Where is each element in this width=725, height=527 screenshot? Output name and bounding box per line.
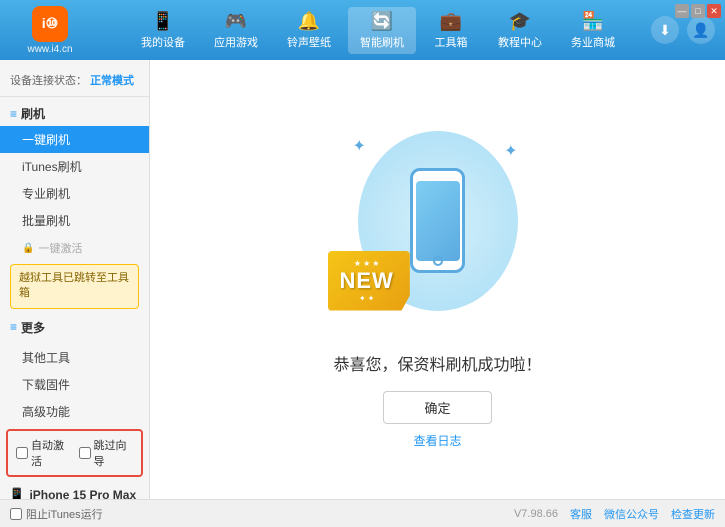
logo-text: www.i4.cn: [27, 44, 72, 55]
flash-group: ≡ 刷机 一键刷机 iTunes刷机 专业刷机 批量刷机: [0, 101, 149, 234]
download-button[interactable]: ⬇: [651, 16, 679, 44]
sidebar-item-other-tools[interactable]: 其他工具: [0, 344, 149, 371]
sidebar-item-itunes-flash[interactable]: iTunes刷机: [0, 153, 149, 180]
close-button[interactable]: ✕: [707, 4, 721, 18]
nav-item-tutorials[interactable]: 🎓 教程中心: [486, 7, 554, 54]
nav-item-business[interactable]: 🏪 务业商城: [559, 7, 627, 54]
phone-body: [410, 168, 465, 273]
success-message: 恭喜您，保资料刷机成功啦！: [333, 351, 541, 375]
status-mode: 正常模式: [90, 75, 134, 87]
nav-label-toolbox: 工具箱: [435, 34, 468, 50]
auto-activate-checkbox[interactable]: [16, 447, 28, 459]
new-stars-bottom: ✦ ✦: [340, 294, 394, 303]
apps-icon: 🎮: [225, 11, 247, 32]
star-b2: ✦: [368, 294, 375, 303]
sparkle-left: ✦: [353, 136, 366, 156]
sidebar-item-advanced[interactable]: 高级功能: [0, 398, 149, 425]
main-wrapper: 设备连接状态： 正常模式 ≡ 刷机 一键刷机 iTunes刷机 专业刷机 批量刷…: [0, 60, 725, 499]
lock-icon: 🔒: [22, 243, 34, 254]
check-update-link[interactable]: 检查更新: [671, 506, 715, 522]
nav-item-toolbox[interactable]: 💼 工具箱: [421, 7, 481, 54]
content-area: ✦ ✦ ★ ★ ★ NEW ✦ ✦ 恭喜您，保资料刷机成功啦！ 确定 查看日志: [150, 60, 725, 499]
star-2: ★: [363, 259, 370, 268]
device-name: iPhone 15 Pro Max: [29, 488, 136, 499]
star-1: ★: [354, 259, 361, 268]
version-label: V7.98.66: [514, 508, 558, 520]
star-b1: ✦: [359, 294, 366, 303]
phone-screen: [416, 181, 460, 261]
toolbox-icon: 💼: [440, 11, 462, 32]
minimize-button[interactable]: —: [675, 4, 689, 18]
stop-itunes-label: 阻止iTunes运行: [26, 506, 103, 522]
sidebar: 设备连接状态： 正常模式 ≡ 刷机 一键刷机 iTunes刷机 专业刷机 批量刷…: [0, 60, 150, 499]
user-button[interactable]: 👤: [687, 16, 715, 44]
skip-guide-checkbox[interactable]: [79, 447, 91, 459]
device-name-row: 📱 iPhone 15 Pro Max: [8, 487, 141, 499]
flash-group-label: 刷机: [21, 105, 45, 122]
new-stars: ★ ★ ★: [340, 259, 394, 268]
stop-itunes-checkbox[interactable]: [10, 508, 22, 520]
status-label: 设备连接状态：: [10, 75, 87, 87]
new-banner: ★ ★ ★ NEW ✦ ✦: [328, 251, 410, 311]
success-illustration: ✦ ✦ ★ ★ ★ NEW ✦ ✦: [338, 111, 538, 331]
header-right: ⬇ 👤: [651, 16, 715, 44]
nav-label-business: 务业商城: [571, 34, 615, 50]
smart-flash-icon: 🔄: [371, 11, 393, 32]
more-group-header: ≡ 更多: [0, 313, 149, 340]
phone-icon: 📱: [8, 487, 25, 499]
client-service-link[interactable]: 客服: [570, 506, 592, 522]
view-log-link[interactable]: 查看日志: [413, 432, 461, 449]
one-key-activate-label: 一键激活: [38, 240, 82, 256]
status-bar: 设备连接状态： 正常模式: [0, 68, 149, 97]
nav-label-tutorials: 教程中心: [498, 34, 542, 50]
skip-guide-label: 跳过向导: [94, 437, 134, 469]
footer-right: V7.98.66 客服 微信公众号 检查更新: [514, 506, 715, 522]
footer-left: 阻止iTunes运行: [10, 506, 103, 522]
maximize-button[interactable]: □: [691, 4, 705, 18]
header: i⑩ www.i4.cn 📱 我的设备 🎮 应用游戏 🔔 铃声壁纸 🔄 智能刷机…: [0, 0, 725, 60]
nav-items: 📱 我的设备 🎮 应用游戏 🔔 铃声壁纸 🔄 智能刷机 💼 工具箱 🎓 教程中心…: [105, 7, 651, 54]
star-3: ★: [372, 259, 379, 268]
nav-item-ringtones[interactable]: 🔔 铃声壁纸: [275, 7, 343, 54]
nav-item-apps-games[interactable]: 🎮 应用游戏: [202, 7, 270, 54]
nav-item-smart-flash[interactable]: 🔄 智能刷机: [348, 7, 416, 54]
jailbreak-notice: 越狱工具已跳转至工具箱: [10, 264, 139, 309]
device-info: 📱 iPhone 15 Pro Max 512GB iPhone: [0, 481, 149, 499]
wechat-link[interactable]: 微信公众号: [604, 506, 659, 522]
logo-area: i⑩ www.i4.cn: [10, 6, 90, 55]
checkbox-area: 自动激活 跳过向导: [6, 429, 143, 477]
more-group-icon: ≡: [10, 320, 17, 334]
nav-item-my-device[interactable]: 📱 我的设备: [129, 7, 197, 54]
skip-guide-checkbox-label[interactable]: 跳过向导: [79, 437, 134, 469]
new-badge-text: NEW: [340, 268, 394, 294]
auto-activate-label: 自动激活: [31, 437, 71, 469]
sidebar-item-one-key-flash[interactable]: 一键刷机: [0, 126, 149, 153]
sidebar-item-batch-flash[interactable]: 批量刷机: [0, 207, 149, 234]
device-icon: 📱: [152, 11, 174, 32]
footer: 阻止iTunes运行 V7.98.66 客服 微信公众号 检查更新: [0, 499, 725, 527]
more-items: 其他工具 下载固件 高级功能: [0, 344, 149, 425]
sidebar-item-download-firmware[interactable]: 下载固件: [0, 371, 149, 398]
sidebar-item-pro-flash[interactable]: 专业刷机: [0, 180, 149, 207]
auto-activate-checkbox-label[interactable]: 自动激活: [16, 437, 71, 469]
flash-group-header: ≡ 刷机: [0, 101, 149, 126]
nav-label-smart-flash: 智能刷机: [360, 34, 404, 50]
nav-label-apps-games: 应用游戏: [214, 34, 258, 50]
confirm-button[interactable]: 确定: [383, 391, 491, 424]
logo-icon: i⑩: [32, 6, 68, 42]
more-group-label: 更多: [21, 319, 45, 336]
tutorials-icon: 🎓: [509, 11, 531, 32]
nav-label-ringtones: 铃声壁纸: [287, 34, 331, 50]
nav-label-my-device: 我的设备: [141, 34, 185, 50]
phone-home-button: [433, 256, 443, 266]
sidebar-one-key-activate: 🔒 一键激活: [0, 236, 149, 260]
business-icon: 🏪: [582, 11, 604, 32]
flash-group-icon: ≡: [10, 107, 17, 121]
ringtone-icon: 🔔: [298, 11, 320, 32]
sparkle-right: ✦: [504, 141, 517, 161]
